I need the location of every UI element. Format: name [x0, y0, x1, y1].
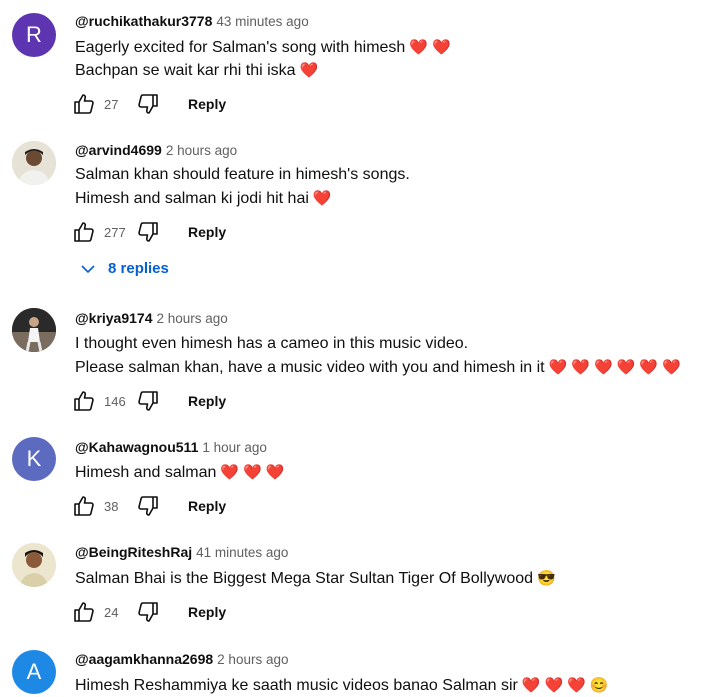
comment-text-line: Salman Bhai is the Biggest Mega Star Sul… — [75, 570, 556, 587]
heart-emoji: ❤️ — [571, 359, 590, 376]
timestamp[interactable]: 2 hours ago — [157, 311, 228, 326]
heart-emoji: ❤️ — [616, 359, 636, 376]
comment-text-line: Himesh Reshammiya ke saath music videos … — [75, 677, 609, 694]
author-handle[interactable]: @ruchikathakur3778 — [75, 13, 212, 29]
comment-meta: @arvind4699 2 hours ago — [75, 142, 237, 158]
chevron-down-icon — [81, 264, 95, 273]
comment-actions: 24 Reply — [72, 599, 226, 625]
author-handle[interactable]: @arvind4699 — [75, 142, 162, 158]
view-replies-button[interactable]: 8 replies — [80, 260, 169, 277]
thumbs-up-icon[interactable] — [72, 220, 96, 244]
heart-emoji: ❤️ — [548, 359, 568, 376]
smiling-emoji: 😊 — [589, 677, 609, 694]
heart-emoji: ❤️ — [409, 39, 429, 56]
reply-button[interactable]: Reply — [188, 498, 226, 514]
comment-actions: 38 Reply — [72, 493, 226, 519]
comment-text-line: Himesh and salman ki jodi hit hai ❤️ — [75, 190, 332, 207]
heart-emoji: ❤️ — [243, 464, 262, 481]
thumbs-down-icon[interactable] — [136, 220, 160, 244]
author-handle[interactable]: @Kahawagnou511 — [75, 439, 198, 455]
heart-emoji: ❤️ — [662, 359, 681, 376]
thumbs-up-icon[interactable] — [72, 92, 96, 116]
comment-meta: @kriya9174 2 hours ago — [75, 310, 228, 326]
timestamp[interactable]: 1 hour ago — [202, 440, 267, 455]
thumbs-down-icon[interactable] — [136, 494, 160, 518]
avatar[interactable]: R — [12, 13, 56, 57]
reply-button[interactable]: Reply — [188, 604, 226, 620]
avatar-photo — [12, 308, 56, 352]
avatar[interactable]: A — [12, 650, 56, 694]
avatar-photo — [12, 543, 56, 587]
sunglasses-emoji: 😎 — [537, 570, 556, 587]
heart-emoji: ❤️ — [312, 190, 332, 207]
thumbs-down-icon[interactable] — [136, 389, 160, 413]
comment-text-line: Himesh and salman ❤️ ❤️ ❤️ — [75, 464, 285, 481]
comment-text-line: Please salman khan, have a music video w… — [75, 359, 681, 376]
comment-meta: @aagamkhanna2698 2 hours ago — [75, 651, 288, 667]
avatar-photo — [12, 141, 56, 185]
comment-meta: @Kahawagnou511 1 hour ago — [75, 439, 267, 455]
reply-button[interactable]: Reply — [188, 393, 226, 409]
thumbs-down-icon[interactable] — [136, 600, 160, 624]
comment-text-line: Eagerly excited for Salman's song with h… — [75, 39, 451, 56]
thumbs-down-icon[interactable] — [136, 92, 160, 116]
comment-text-line: Bachpan se wait kar rhi thi iska ❤️ — [75, 62, 319, 79]
heart-emoji: ❤️ — [639, 359, 659, 376]
comment-actions: 146 Reply — [72, 388, 226, 414]
timestamp[interactable]: 2 hours ago — [166, 143, 237, 158]
heart-emoji: ❤️ — [220, 464, 240, 481]
like-count: 27 — [104, 96, 119, 112]
heart-emoji: ❤️ — [432, 39, 451, 56]
like-count: 24 — [104, 604, 119, 620]
avatar[interactable] — [12, 141, 56, 185]
heart-emoji: ❤️ — [567, 677, 586, 694]
comment-meta: @ruchikathakur3778 43 minutes ago — [75, 13, 309, 29]
avatar[interactable] — [12, 543, 56, 587]
like-count: 146 — [104, 393, 126, 409]
timestamp[interactable]: 41 minutes ago — [196, 545, 288, 560]
thumbs-up-icon[interactable] — [72, 600, 96, 624]
avatar[interactable]: K — [12, 437, 56, 481]
comment-actions: 27 Reply — [72, 91, 226, 117]
author-handle[interactable]: @BeingRiteshRaj — [75, 544, 192, 560]
heart-emoji: ❤️ — [265, 464, 285, 481]
heart-emoji: ❤️ — [593, 359, 613, 376]
replies-label: 8 replies — [108, 260, 169, 277]
timestamp[interactable]: 43 minutes ago — [216, 14, 308, 29]
heart-emoji: ❤️ — [521, 677, 541, 694]
heart-emoji: ❤️ — [544, 677, 564, 694]
reply-button[interactable]: Reply — [188, 224, 226, 240]
avatar[interactable] — [12, 308, 56, 352]
comment-actions: 277 Reply — [72, 219, 226, 245]
thumbs-up-icon[interactable] — [72, 494, 96, 518]
comment-meta: @BeingRiteshRaj 41 minutes ago — [75, 544, 288, 560]
author-handle[interactable]: @aagamkhanna2698 — [75, 651, 213, 667]
heart-emoji: ❤️ — [299, 62, 319, 79]
timestamp[interactable]: 2 hours ago — [217, 652, 288, 667]
like-count: 277 — [104, 224, 126, 240]
comment-text-line: Salman khan should feature in himesh's s… — [75, 166, 410, 183]
comment-text-line: I thought even himesh has a cameo in thi… — [75, 335, 469, 352]
reply-button[interactable]: Reply — [188, 96, 226, 112]
thumbs-up-icon[interactable] — [72, 389, 96, 413]
author-handle[interactable]: @kriya9174 — [75, 310, 153, 326]
like-count: 38 — [104, 498, 119, 514]
